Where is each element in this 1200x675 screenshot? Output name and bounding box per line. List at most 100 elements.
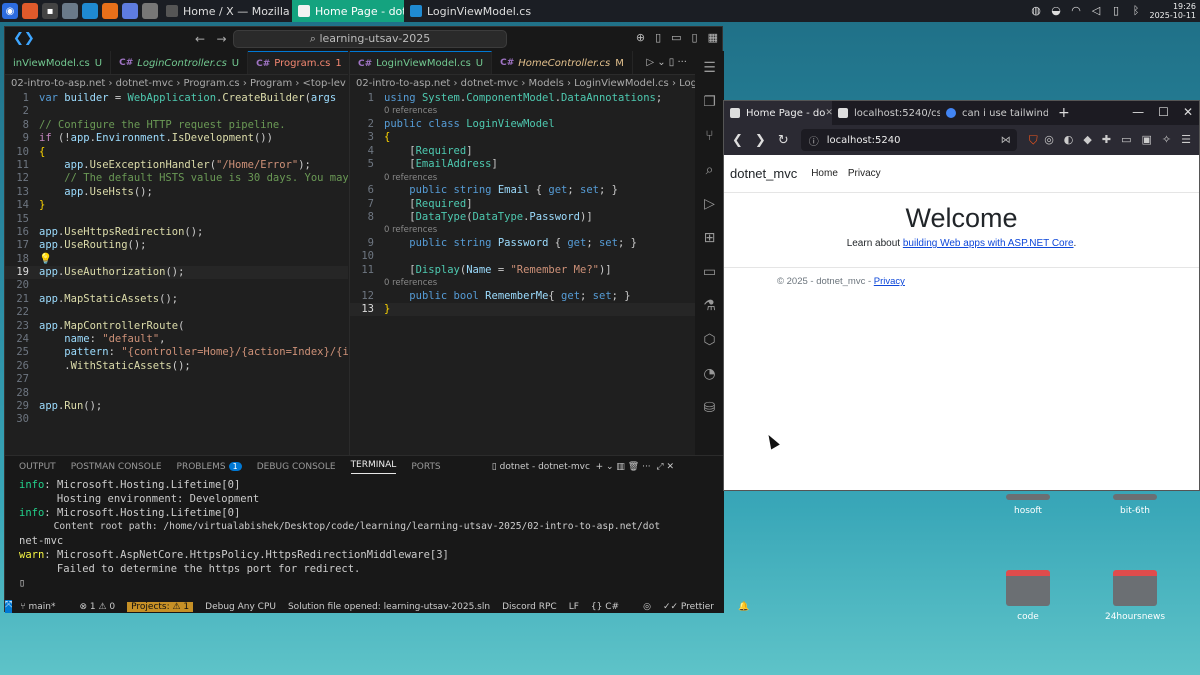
terminal-launcher-icon[interactable]: ▪ <box>42 3 58 19</box>
gitlens-icon[interactable]: ◔ <box>695 357 724 391</box>
toggle-secondary-sidebar-icon[interactable]: ▯ <box>692 31 698 44</box>
menu-icon[interactable]: ☰ <box>695 51 724 85</box>
tab-loginviewmodel[interactable]: C# LoginViewModel.cs U <box>350 51 493 74</box>
run-debug-icon[interactable]: ▷ <box>695 187 724 221</box>
branch-status[interactable]: ⑂ main* <box>20 602 67 612</box>
copilot-icon[interactable]: ⊕ <box>636 31 645 44</box>
toggle-panel-icon[interactable]: ▭ <box>671 31 681 44</box>
desktop-icon-bit-6th[interactable]: bit-6th <box>1095 494 1175 516</box>
app-menu-icon[interactable]: ◉ <box>2 3 18 19</box>
command-center-search[interactable]: ⌕ learning-utsav-2025 <box>233 30 507 48</box>
wifi-tray-icon[interactable]: ◠ <box>1070 5 1083 17</box>
maximize-icon[interactable]: ☐ <box>1158 105 1169 119</box>
testing-icon[interactable]: ⚗ <box>695 289 724 323</box>
volume-tray-icon[interactable]: ◁ <box>1090 5 1103 17</box>
prettier-status[interactable]: ✓✓ Prettier <box>663 602 726 612</box>
tab-homecontroller[interactable]: C# HomeController.cs M <box>492 51 633 74</box>
remote-explorer-icon[interactable]: ▭ <box>695 255 724 289</box>
task-vscode[interactable]: LoginViewModel.cs - le... <box>404 0 534 22</box>
discord-tray-icon[interactable]: ◍ <box>1030 5 1043 17</box>
extension-a-icon[interactable]: ◎ <box>1044 133 1054 146</box>
tab-output[interactable]: OUTPUT <box>19 462 56 472</box>
extensions-icon[interactable]: ⊞ <box>695 221 724 255</box>
browser-tab-home[interactable]: Home Page - do ✕ <box>724 101 832 125</box>
toggle-sidebar-icon[interactable]: ▯ <box>655 31 661 44</box>
brave-shield-icon[interactable]: ⛉ <box>1029 133 1038 148</box>
browser-tab-css[interactable]: localhost:5240/css/ <box>832 101 940 125</box>
task-firefox[interactable]: Home / X — Mozilla Fir... <box>160 0 292 22</box>
share-icon[interactable]: ⋈ <box>1001 135 1011 146</box>
code-loginviewmodel[interactable]: 1 using System.ComponentModel.DataAnnotat… <box>350 92 695 317</box>
nav-privacy-link[interactable]: Privacy <box>848 168 881 179</box>
eol-status[interactable]: LF <box>569 602 579 612</box>
reload-icon[interactable]: ↻ <box>778 133 789 148</box>
vscode-launcher-icon[interactable] <box>82 3 98 19</box>
source-control-icon[interactable]: ⑂ <box>695 119 724 153</box>
breadcrumb-right[interactable]: 02-intro-to-asp.net › dotnet-mvc › Model… <box>350 75 695 92</box>
problems-status[interactable]: ⊗ 1 ⚠ 0 <box>79 602 115 612</box>
package-icon[interactable]: ⬡ <box>695 323 724 357</box>
aspnet-docs-link[interactable]: building Web apps with ASP.NET Core <box>903 238 1074 249</box>
forward-icon[interactable]: ❯ <box>755 133 766 148</box>
bluetooth-tray-icon[interactable]: ᛒ <box>1130 5 1143 17</box>
nav-home-link[interactable]: Home <box>811 168 838 179</box>
close-window-icon[interactable]: ✕ <box>1183 105 1193 119</box>
new-tab-button[interactable]: + <box>1058 105 1070 121</box>
codelens[interactable]: 0 references <box>384 277 437 290</box>
firefox-launcher-icon[interactable] <box>22 3 38 19</box>
remote-icon[interactable]: ⤧ <box>5 600 13 613</box>
tab-logincontroller[interactable]: C# LoginController.cs U <box>111 51 249 74</box>
close-tab-icon[interactable]: ✕ <box>825 108 832 118</box>
tab-terminal[interactable]: TERMINAL <box>350 460 397 474</box>
tab-problems[interactable]: PROBLEMS 1 <box>177 462 242 472</box>
clock[interactable]: 19:26 2025-10-11 <box>1150 2 1197 20</box>
solution-status[interactable]: Solution file opened: learning-utsav-202… <box>288 602 490 612</box>
leo-icon[interactable]: ✧ <box>1162 133 1171 146</box>
network-tray-icon[interactable]: ◒ <box>1050 5 1063 17</box>
projects-status[interactable]: Projects: ⚠ 1 <box>127 601 194 612</box>
editor-group-left[interactable]: inViewModel.cs U C# LoginController.cs U… <box>5 51 348 455</box>
tab-postman-console[interactable]: POSTMAN CONSOLE <box>71 462 162 472</box>
battery-tray-icon[interactable]: ▯ <box>1110 5 1123 17</box>
layout-icon[interactable]: ▦ <box>708 31 718 44</box>
menu-icon[interactable]: ☰ <box>1181 133 1191 146</box>
run-icon[interactable]: ▷ ⌄ ▯ ··· <box>638 51 695 74</box>
tab-debug-console[interactable]: DEBUG CONSOLE <box>257 462 336 472</box>
nav-arrows[interactable]: ← → <box>195 32 227 46</box>
extensions-icon[interactable]: ✚ <box>1102 133 1111 146</box>
database-icon[interactable]: ⛁ <box>695 391 724 425</box>
minimize-icon[interactable]: — <box>1132 105 1144 119</box>
extension-c-icon[interactable]: ◆ <box>1083 133 1091 146</box>
site-brand[interactable]: dotnet_mvc <box>730 166 797 181</box>
explorer-icon[interactable]: ❐ <box>695 85 724 119</box>
debug-config-status[interactable]: Debug Any CPU <box>205 602 276 612</box>
terminal-output[interactable]: info: Microsoft.Hosting.Lifetime[0] Host… <box>5 478 724 590</box>
copilot-status-icon[interactable]: ◎ <box>643 602 651 612</box>
footer-privacy-link[interactable]: Privacy <box>874 276 905 287</box>
tab-ports[interactable]: PORTS <box>411 462 440 472</box>
back-icon[interactable]: ❮ <box>732 133 743 148</box>
notes-launcher-icon[interactable] <box>142 3 158 19</box>
tab-program[interactable]: C# Program.cs 1 <box>248 51 348 74</box>
codelens[interactable]: 0 references <box>384 172 437 185</box>
browser-tab-google[interactable]: can i use tailwindcs <box>940 101 1048 125</box>
notifications-icon[interactable]: 🔔 <box>738 602 749 612</box>
discord-status[interactable]: Discord RPC <box>502 602 557 612</box>
wallet-icon[interactable]: ▣ <box>1142 133 1152 146</box>
tab-loginviewmodel-left[interactable]: inViewModel.cs U <box>5 51 112 74</box>
editor-launcher-icon[interactable] <box>122 3 138 19</box>
files-launcher-icon[interactable] <box>62 3 78 19</box>
editor-group-right[interactable]: C# LoginViewModel.cs U C# HomeController… <box>349 51 695 455</box>
task-browser[interactable]: Home Page - dotnet_m... <box>292 0 404 22</box>
terminal-selector[interactable]: ▯ dotnet - dotnet-mvc + ⌄ ▥ 🗑 ··· ⤢ ✕ <box>492 462 674 472</box>
codelens[interactable]: 0 references <box>384 224 437 237</box>
codelens[interactable]: 0 references <box>384 105 437 118</box>
language-status[interactable]: {} C# <box>591 602 631 612</box>
breadcrumb-left[interactable]: 02-intro-to-asp.net › dotnet-mvc › Progr… <box>5 75 348 92</box>
address-bar[interactable]: ⓘ localhost:5240 ⋈ <box>800 129 1017 151</box>
desktop-icon-24hoursnews[interactable]: 24hoursnews <box>1095 570 1175 622</box>
desktop-icon-hosoft[interactable]: hosoft <box>988 494 1068 516</box>
brave-launcher-icon[interactable] <box>102 3 118 19</box>
desktop-icon-code[interactable]: code <box>988 570 1068 622</box>
code-program[interactable]: 1 var builder = WebApplication.CreateBuil… <box>5 92 348 427</box>
